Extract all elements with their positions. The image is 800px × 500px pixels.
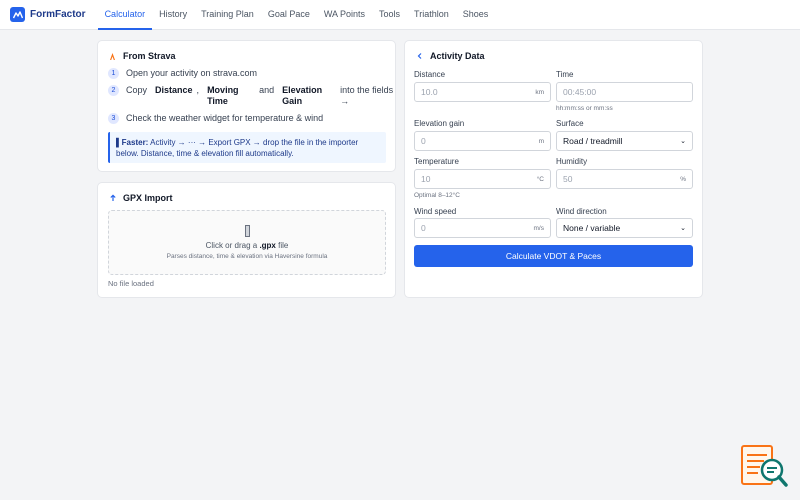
strava-card-title: From Strava xyxy=(123,51,176,61)
chevron-down-icon: ⌄ xyxy=(680,225,686,232)
gpx-status: No file loaded xyxy=(108,279,154,288)
distance-input[interactable]: 10.0 km xyxy=(414,82,551,102)
chevron-down-icon: ⌄ xyxy=(680,138,686,145)
tab-tools[interactable]: Tools xyxy=(372,0,407,30)
dropzone-text: Click or drag a .gpx file xyxy=(109,241,385,250)
dropzone-subtext: Parses distance, time & elevation via Ha… xyxy=(166,253,328,260)
time-label: Time xyxy=(556,70,574,79)
humidity-placeholder: 50 xyxy=(563,174,573,184)
step-2-copy: Copy xyxy=(126,85,148,95)
step-2-elevation-gain: Elevation Gain xyxy=(282,85,323,106)
gpx-card-header: GPX Import xyxy=(108,193,173,203)
activity-card-header: Activity Data xyxy=(415,51,485,61)
feedback-widget-icon[interactable] xyxy=(740,444,788,488)
wind-direction-label: Wind direction xyxy=(556,207,607,216)
elevation-unit: m xyxy=(538,137,544,145)
distance-unit: km xyxy=(535,88,544,96)
tab-wa-points[interactable]: WA Points xyxy=(317,0,372,30)
strava-steps: 1 Open your activity on strava.com 2 Cop… xyxy=(108,68,393,130)
temperature-input[interactable]: 10 °C xyxy=(414,169,551,189)
wind-direction-select[interactable]: None / variable ⌄ xyxy=(556,218,693,238)
step-2-comma: , xyxy=(196,85,200,95)
distance-label: Distance xyxy=(414,70,446,79)
time-hint: hh:mm:ss or mm:ss xyxy=(556,105,613,112)
elevation-input[interactable]: 0 m xyxy=(414,131,551,151)
gpx-import-card: GPX Import Click or drag a .gpx file Par… xyxy=(97,182,396,298)
file-icon xyxy=(244,225,250,237)
time-input[interactable]: 00:45:00 xyxy=(556,82,693,102)
step-2-distance: Distance xyxy=(155,85,193,95)
upload-icon xyxy=(108,193,118,203)
wind-direction-value: None / variable xyxy=(563,223,621,233)
brand-name: FormFactor xyxy=(30,9,86,20)
tab-goal-pace[interactable]: Goal Pace xyxy=(261,0,317,30)
wind-speed-placeholder: 0 xyxy=(421,223,426,233)
step-3-number: 3 xyxy=(108,113,119,124)
humidity-input[interactable]: 50 % xyxy=(556,169,693,189)
step-2-into-fields: into the fields → xyxy=(340,85,394,106)
elevation-placeholder: 0 xyxy=(421,136,426,146)
dropzone-extension: .gpx xyxy=(259,241,276,250)
tip-text: Activity → ··· → Export GPX → drop the f… xyxy=(116,138,359,158)
brand-logo-icon xyxy=(10,7,25,22)
dropzone-text-post: file xyxy=(278,241,289,250)
time-placeholder: 00:45:00 xyxy=(563,87,597,97)
humidity-unit: % xyxy=(680,175,686,183)
temperature-label: Temperature xyxy=(414,157,459,166)
faster-tip: ▌Faster: Activity → ··· → Export GPX → d… xyxy=(108,132,386,163)
gpx-card-title: GPX Import xyxy=(123,193,173,203)
strava-card: From Strava 1 Open your activity on stra… xyxy=(97,40,396,172)
activity-card-title: Activity Data xyxy=(430,51,485,61)
surface-label: Surface xyxy=(556,119,584,128)
activity-data-card: Activity Data Distance 10.0 km Time 00:4… xyxy=(404,40,703,298)
strava-icon xyxy=(108,51,118,61)
step-2: 2 Copy Distance , Moving Time and Elevat… xyxy=(108,85,393,107)
strava-card-header: From Strava xyxy=(108,51,176,61)
step-2-number: 2 xyxy=(108,85,119,96)
surface-select[interactable]: Road / treadmill ⌄ xyxy=(556,131,693,151)
surface-value: Road / treadmill xyxy=(563,136,623,146)
top-nav-bar: FormFactor Calculator History Training P… xyxy=(0,0,800,30)
tab-training-plan[interactable]: Training Plan xyxy=(194,0,261,30)
step-2-moving-time: Moving Time xyxy=(207,85,239,106)
wind-speed-label: Wind speed xyxy=(414,207,457,216)
calculate-button[interactable]: Calculate VDOT & Paces xyxy=(414,245,693,267)
brand[interactable]: FormFactor xyxy=(10,7,86,22)
tip-bold-label: ▌Faster: xyxy=(116,138,149,147)
elevation-label: Elevation gain xyxy=(414,119,465,128)
tab-calculator[interactable]: Calculator xyxy=(97,0,153,30)
humidity-label: Humidity xyxy=(556,157,588,166)
temperature-unit: °C xyxy=(536,175,544,183)
dropzone-text-pre: Click or drag a xyxy=(205,241,258,250)
wind-speed-unit: m/s xyxy=(533,224,544,232)
tab-triathlon[interactable]: Triathlon xyxy=(407,0,456,30)
step-3: 3 Check the weather widget for temperatu… xyxy=(108,113,388,124)
step-1: 1 Open your activity on strava.com xyxy=(108,68,388,79)
gpx-dropzone[interactable]: Click or drag a .gpx file Parses distanc… xyxy=(108,210,386,275)
main-nav: Calculator History Training Plan Goal Pa… xyxy=(97,0,496,30)
tab-shoes[interactable]: Shoes xyxy=(456,0,496,30)
temperature-hint: Optimal 8–12°C xyxy=(414,192,460,199)
distance-placeholder: 10.0 xyxy=(421,87,438,97)
step-3-text: Check the weather widget for temperature… xyxy=(126,113,324,123)
step-1-text: Open your activity on strava.com xyxy=(126,68,258,78)
temperature-placeholder: 10 xyxy=(421,174,431,184)
wind-speed-input[interactable]: 0 m/s xyxy=(414,218,551,238)
step-1-number: 1 xyxy=(108,68,119,79)
step-2-and: and xyxy=(259,85,275,95)
chevron-left-icon xyxy=(415,51,425,61)
tab-history[interactable]: History xyxy=(152,0,194,30)
